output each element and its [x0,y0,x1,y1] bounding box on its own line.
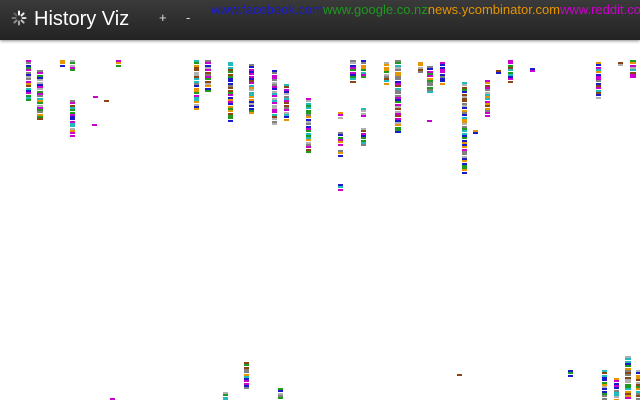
header-bar: History Viz + - www.facebook.comwww.goog… [0,0,640,40]
history-mark[interactable] [618,64,623,67]
history-mark[interactable] [228,119,233,122]
history-mark[interactable] [596,96,601,99]
history-mark[interactable] [92,124,97,126]
history-mark[interactable] [338,116,343,119]
history-visualization[interactable] [0,40,640,400]
history-mark[interactable] [306,150,311,153]
history-mark[interactable] [568,374,573,377]
history-mark[interactable] [93,96,98,98]
history-mark[interactable] [427,91,433,94]
zoom-in-button[interactable]: + [156,10,170,26]
history-mark[interactable] [70,134,75,137]
legend-item-google[interactable]: www.google.co.nz [323,2,428,17]
history-mark[interactable] [427,120,432,122]
domain-legend: www.facebook.comwww.google.co.nznews.yco… [211,2,640,18]
history-mark[interactable] [26,99,31,102]
history-mark[interactable] [361,76,366,79]
history-mark[interactable] [244,387,249,390]
history-mark[interactable] [272,122,277,125]
zoom-out-button[interactable]: - [183,10,193,26]
history-mark[interactable] [630,76,636,79]
history-mark[interactable] [37,118,43,121]
legend-item-ycombinator[interactable]: news.ycombinator.com [428,2,560,17]
history-mark[interactable] [338,143,343,146]
history-mark[interactable] [395,131,401,134]
spinner-icon [11,10,27,26]
legend-item-facebook[interactable]: www.facebook.com [211,2,323,17]
history-mark[interactable] [60,64,65,67]
history-mark[interactable] [361,114,366,117]
history-mark[interactable] [457,374,462,376]
history-mark[interactable] [284,118,289,121]
legend-item-reddit[interactable]: www.reddit.com [560,2,640,17]
history-mark[interactable] [104,100,109,102]
history-mark[interactable] [485,114,490,117]
history-mark[interactable] [384,82,389,85]
history-mark[interactable] [350,80,356,83]
history-mark[interactable] [496,72,501,75]
history-mark[interactable] [440,82,445,85]
history-mark[interactable] [249,112,254,115]
history-mark[interactable] [338,188,343,191]
history-mark[interactable] [70,69,75,72]
history-mark[interactable] [508,80,513,83]
app-title: History Viz [34,8,130,30]
history-mark[interactable] [473,132,478,135]
history-mark[interactable] [205,89,211,92]
history-mark[interactable] [116,64,121,67]
history-mark[interactable] [194,108,199,111]
history-mark[interactable] [462,171,467,174]
history-mark[interactable] [338,154,343,157]
history-mark[interactable] [530,70,535,73]
history-mark[interactable] [361,144,366,147]
history-mark[interactable] [418,71,423,74]
